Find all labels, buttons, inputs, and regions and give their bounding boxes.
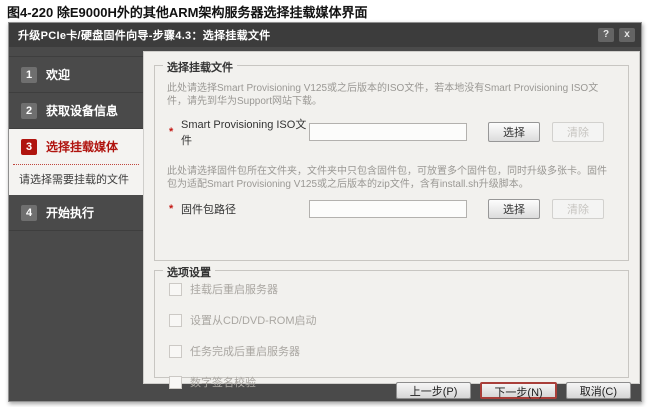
step-number: 2 [21,103,37,119]
step-item-device-info: 2 获取设备信息 [9,93,143,129]
firmware-select-button[interactable]: 选择 [488,199,540,219]
checkbox-icon[interactable] [169,314,182,327]
cancel-button[interactable]: 取消(C) [566,382,631,399]
firmware-clear-button: 清除 [552,199,604,219]
option-settings-group: 选项设置 挂载后重启服务器 设置从CD/DVD-ROM启动 任务完成后重启服务器… [154,270,629,378]
dialog-titlebar: 升级PCIe卡/硬盘固件向导-步骤4.3：选择挂载文件 ? x [9,23,641,47]
step-item-welcome: 1 欢迎 [9,56,143,93]
option-boot-from-cd: 设置从CD/DVD-ROM启动 [169,312,616,328]
iso-select-button[interactable]: 选择 [488,122,540,142]
iso-file-input[interactable] [309,123,467,141]
checkbox-label: 任务完成后重启服务器 [190,343,300,359]
help-icon[interactable]: ? [598,28,614,42]
required-mark: * [167,203,181,215]
firmware-hint-text: 此处请选择固件包所在文件夹，文件夹中只包含固件包，可放置多个固件包，同时升级多张… [167,165,616,191]
wizard-steps-sidebar: 1 欢迎 2 获取设备信息 3 选择挂载媒体 请选择需要挂载的文件 [9,47,143,401]
firmware-path-label: 固件包路径 [181,201,309,217]
upgrade-wizard-dialog: 升级PCIe卡/硬盘固件向导-步骤4.3：选择挂载文件 ? x 1 欢迎 2 获… [8,22,642,402]
dialog-footer: 上一步(P) 下一步(N) 取消(C) [9,382,641,401]
step-label: 开始执行 [46,204,94,221]
figure-caption: 图4-220 除E9000H外的其他ARM架构服务器选择挂载媒体界面 [7,2,367,21]
iso-field-label: Smart Provisioning ISO文件 [181,116,309,148]
step-label: 选择挂载媒体 [46,138,118,155]
checkbox-label: 挂载后重启服务器 [190,281,278,297]
group-title: 选择挂载文件 [163,59,237,75]
step-item-execute: 4 开始执行 [9,195,143,231]
screenshot-root: 图4-220 除E9000H外的其他ARM架构服务器选择挂载媒体界面 升级PCI… [0,0,649,407]
select-mount-file-group: 选择挂载文件 此处请选择Smart Provisioning V125或之后版本… [154,65,629,261]
dialog-title: 升级PCIe卡/硬盘固件向导-步骤4.3：选择挂载文件 [18,27,593,43]
firmware-field-row: * 固件包路径 选择 清除 [167,199,616,219]
step-label: 欢迎 [46,66,70,83]
option-restart-after-mount: 挂载后重启服务器 [169,281,616,297]
step-number: 3 [21,139,37,155]
iso-field-row: * Smart Provisioning ISO文件 选择 清除 [167,116,616,148]
step-number: 1 [21,67,37,83]
group-title: 选项设置 [163,264,215,280]
iso-hint-text: 此处请选择Smart Provisioning V125或之后版本的ISO文件，… [167,82,616,108]
option-restart-after-task: 任务完成后重启服务器 [169,343,616,359]
checkbox-label: 设置从CD/DVD-ROM启动 [190,312,317,328]
required-mark: * [167,126,181,138]
active-step-description: 请选择需要挂载的文件 [9,165,143,195]
iso-clear-button: 清除 [552,122,604,142]
checkbox-icon[interactable] [169,283,182,296]
firmware-path-input[interactable] [309,200,467,218]
checkbox-icon[interactable] [169,345,182,358]
next-button[interactable]: 下一步(N) [480,382,556,399]
step-label: 获取设备信息 [46,102,118,119]
previous-button[interactable]: 上一步(P) [396,382,472,399]
step-number: 4 [21,205,37,221]
step-item-select-media-active: 3 选择挂载媒体 请选择需要挂载的文件 [9,129,143,195]
content-panel: 选择挂载文件 此处请选择Smart Provisioning V125或之后版本… [143,51,640,384]
close-icon[interactable]: x [619,28,635,42]
